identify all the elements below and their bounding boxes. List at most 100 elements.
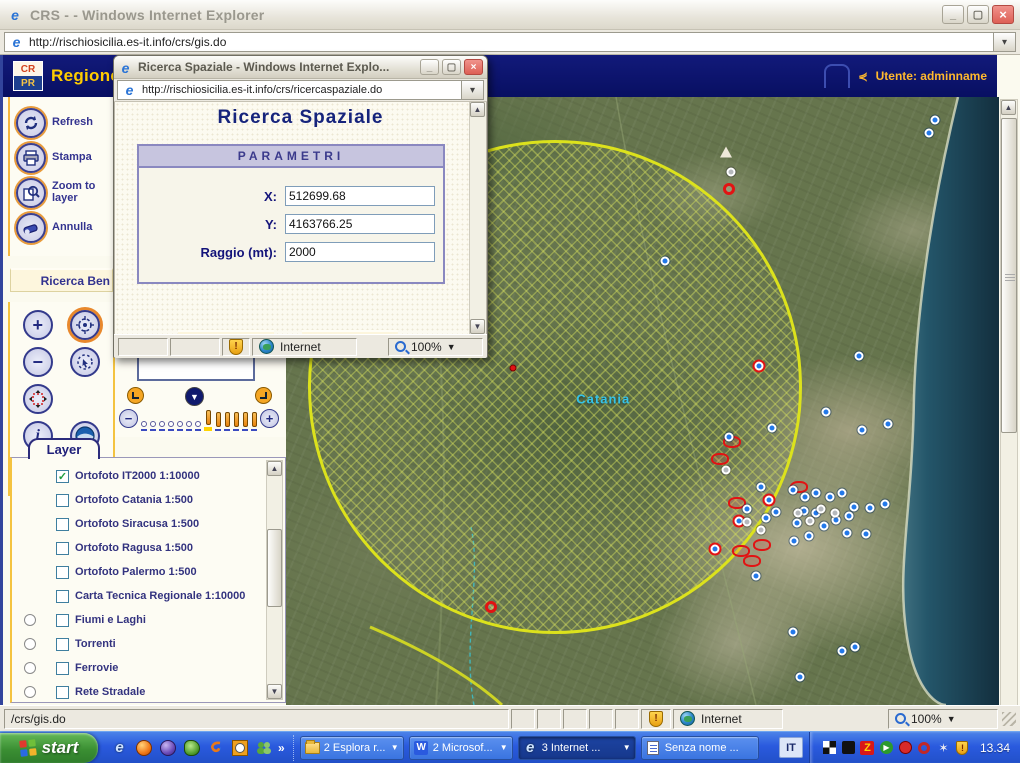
- map-marker-blue[interactable]: [854, 352, 863, 361]
- map-marker-blue[interactable]: [838, 488, 847, 497]
- taskbar-button-2-esplora-r[interactable]: 2 Esplora r...▼: [300, 736, 404, 760]
- layer-checkbox[interactable]: [56, 614, 69, 627]
- raggio-field-input[interactable]: [285, 242, 435, 262]
- zoom-dropdown-icon[interactable]: ▼: [947, 714, 956, 724]
- scroll-down-icon[interactable]: ▼: [267, 684, 282, 699]
- scroll-up-icon[interactable]: ▲: [267, 461, 282, 476]
- zoom-slider-step[interactable]: [150, 421, 156, 431]
- dialog-scrollbar[interactable]: ▲ ▼: [469, 102, 486, 334]
- map-marker-bluered[interactable]: [710, 544, 719, 553]
- layer-radio[interactable]: [24, 614, 36, 626]
- rotate-right-button[interactable]: [255, 387, 272, 404]
- y-field-input[interactable]: [285, 214, 435, 234]
- map-marker-gray[interactable]: [817, 505, 826, 514]
- dialog-close-button[interactable]: ×: [464, 59, 483, 75]
- taskbar-button-senza-nome[interactable]: Senza nome ...: [641, 736, 759, 760]
- map-marker-bluered[interactable]: [755, 361, 764, 370]
- layer-checkbox[interactable]: ✓: [56, 470, 69, 483]
- layer-checkbox[interactable]: [56, 494, 69, 507]
- taskbar-button-2-microsof[interactable]: W2 Microsof...▼: [409, 736, 513, 760]
- layer-checkbox[interactable]: [56, 590, 69, 603]
- map-marker-blue[interactable]: [812, 488, 821, 497]
- scroll-up-icon[interactable]: ▲: [470, 102, 485, 117]
- chevron-down-icon[interactable]: ▼: [623, 743, 631, 752]
- map-marker-blue[interactable]: [930, 116, 939, 125]
- language-indicator[interactable]: IT: [779, 737, 803, 758]
- chevron-down-icon[interactable]: ▼: [500, 743, 508, 752]
- tray-ring-icon[interactable]: [917, 740, 932, 755]
- map-marker-redpatch[interactable]: [711, 453, 729, 465]
- dialog-address-dropdown[interactable]: ▾: [462, 80, 484, 100]
- map-marker-gray[interactable]: [831, 508, 840, 517]
- chevron-down-icon[interactable]: ▼: [391, 743, 399, 752]
- zoom-slider-step[interactable]: [141, 421, 147, 431]
- quicklaunch-clock-icon[interactable]: [230, 738, 249, 757]
- map-marker-blue[interactable]: [792, 519, 801, 528]
- address-input[interactable]: e http://rischiosicilia.es-it.info/crs/g…: [4, 32, 994, 52]
- map-marker-blue[interactable]: [788, 628, 797, 637]
- quicklaunch-overflow-chevron[interactable]: »: [278, 741, 285, 755]
- map-marker-blue[interactable]: [788, 485, 797, 494]
- map-marker-blue[interactable]: [767, 423, 776, 432]
- rotate-left-button[interactable]: [127, 387, 144, 404]
- zoom-slider-step[interactable]: [215, 412, 221, 431]
- tool-zoom-out-icon[interactable]: −: [23, 347, 53, 377]
- map-marker-blue[interactable]: [838, 646, 847, 655]
- toolbar-button-refresh[interactable]: Refresh: [16, 108, 113, 138]
- map-marker-blue[interactable]: [883, 420, 892, 429]
- map-marker-blue[interactable]: [751, 572, 760, 581]
- ricerca-beni-button[interactable]: Ricerca Ben: [10, 268, 113, 292]
- zoom-slider-step[interactable]: [168, 421, 174, 431]
- start-button[interactable]: start: [0, 733, 98, 763]
- map-marker-blue[interactable]: [858, 426, 867, 435]
- resize-grip[interactable]: [1002, 712, 1016, 726]
- map-marker-redring[interactable]: [723, 183, 735, 195]
- map-marker-blue[interactable]: [844, 511, 853, 520]
- map-marker-blue[interactable]: [849, 502, 858, 511]
- taskbar-button-3-internet[interactable]: e3 Internet ...▼: [518, 736, 636, 760]
- scroll-up-icon[interactable]: ▲: [1001, 100, 1016, 115]
- map-marker-redpatch[interactable]: [753, 539, 771, 551]
- ricerca-button[interactable]: Ricerca: [178, 330, 274, 334]
- layer-checkbox[interactable]: [56, 662, 69, 675]
- map-marker-blue[interactable]: [796, 673, 805, 682]
- zoom-slider-minus-button[interactable]: −: [119, 409, 138, 428]
- dialog-minimize-button[interactable]: _: [420, 59, 439, 75]
- page-scroll-thumb[interactable]: [1001, 118, 1017, 433]
- map-marker-gray[interactable]: [721, 465, 730, 474]
- map-marker-gray[interactable]: [726, 167, 735, 176]
- zoom-slider-step[interactable]: [242, 412, 248, 431]
- zoom-slider-step[interactable]: [195, 421, 201, 431]
- zoom-dropdown-icon[interactable]: ▼: [447, 342, 456, 352]
- quicklaunch-users-icon[interactable]: [254, 738, 273, 757]
- map-marker-gray[interactable]: [756, 525, 765, 534]
- map-marker-blue[interactable]: [819, 522, 828, 531]
- map-marker-blue[interactable]: [826, 493, 835, 502]
- tool-pan-icon[interactable]: [23, 384, 53, 414]
- zoom-slider-plus-button[interactable]: +: [260, 409, 279, 428]
- layer-checkbox[interactable]: [56, 638, 69, 651]
- map-marker-redpatch[interactable]: [743, 555, 761, 567]
- map-marker-blue[interactable]: [756, 482, 765, 491]
- map-marker-tri[interactable]: [720, 146, 732, 157]
- toolbar-button-annulla[interactable]: Annulla: [16, 213, 113, 243]
- quicklaunch-swirl-icon[interactable]: [206, 738, 225, 757]
- dialog-address-input[interactable]: e http://rischiosicilia.es-it.info/crs/r…: [117, 80, 462, 100]
- quicklaunch-ie-icon[interactable]: e: [110, 738, 129, 757]
- map-marker-blue[interactable]: [742, 505, 751, 514]
- x-field-input[interactable]: [285, 186, 435, 206]
- map-marker-blue[interactable]: [804, 531, 813, 540]
- quicklaunch-firefox-icon[interactable]: [134, 738, 153, 757]
- zoom-slider-step[interactable]: [159, 421, 165, 431]
- map-marker-blue[interactable]: [761, 513, 770, 522]
- quicklaunch-sphere-icon[interactable]: [158, 738, 177, 757]
- map-marker-gray[interactable]: [806, 516, 815, 525]
- tool-select-area-icon[interactable]: [70, 347, 100, 377]
- page-scrollbar[interactable]: ▲ ▼: [1000, 99, 1018, 745]
- map-marker-blue[interactable]: [880, 499, 889, 508]
- zoom-slider-step[interactable]: [224, 412, 230, 431]
- map-marker-blue[interactable]: [865, 504, 874, 513]
- map-marker-blue[interactable]: [661, 257, 670, 266]
- map-marker-redring[interactable]: [485, 601, 497, 613]
- toolbar-button-zoom-to-layer[interactable]: Zoom to layer: [16, 178, 113, 208]
